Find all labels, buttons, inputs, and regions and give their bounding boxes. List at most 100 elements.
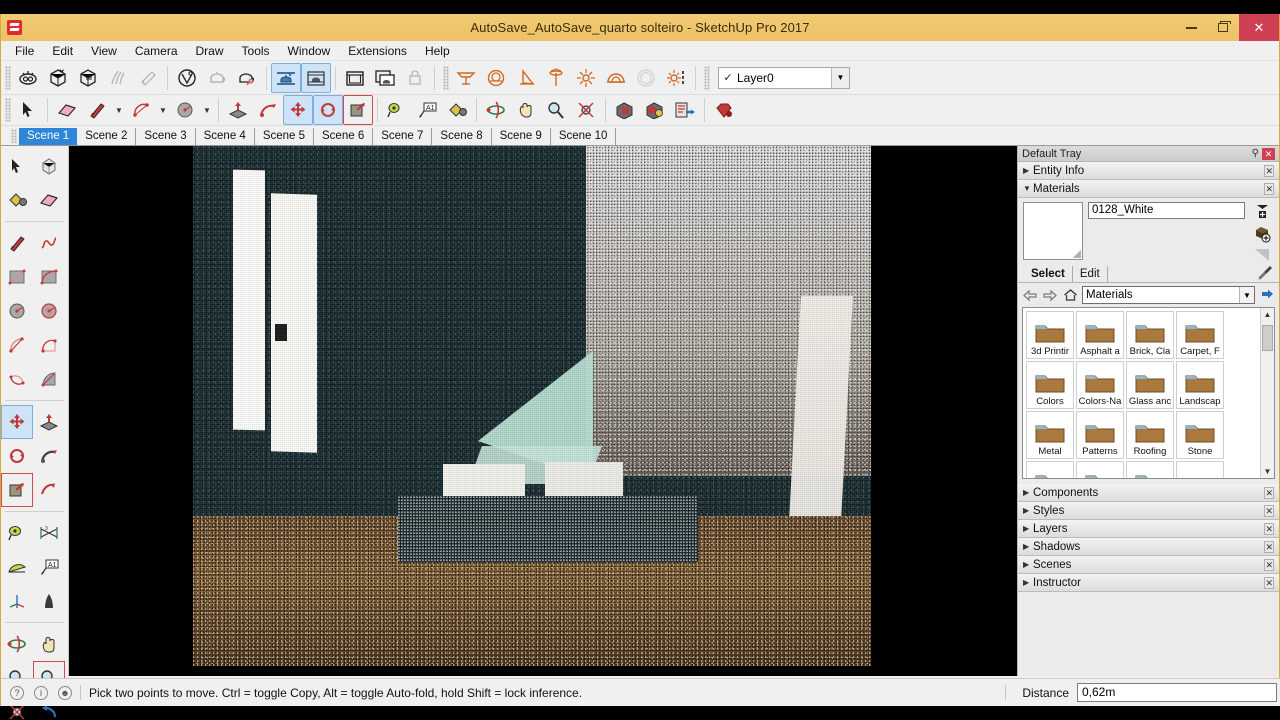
pan-tool-icon[interactable]: [33, 627, 65, 661]
display-secondary-selection-icon[interactable]: [1254, 203, 1271, 220]
line-tool-icon[interactable]: [1, 226, 33, 260]
select-tool-button[interactable]: [13, 95, 43, 125]
vray-sphere-light-button[interactable]: [481, 63, 511, 93]
scene-tab-9[interactable]: Scene 9: [491, 128, 551, 145]
axes-tool-icon[interactable]: [1, 584, 33, 618]
vray-viewport-render-button[interactable]: [172, 63, 202, 93]
menu-tools[interactable]: Tools: [233, 41, 279, 61]
arrow-right-icon[interactable]: [1042, 287, 1058, 303]
arc-tool-icon[interactable]: [1, 328, 33, 362]
scene-tab-3[interactable]: Scene 3: [136, 128, 196, 145]
menu-camera[interactable]: Camera: [126, 41, 187, 61]
folder-carpet[interactable]: Carpet, F: [1176, 311, 1224, 359]
tray-section-layers[interactable]: ▶ Layers ✕: [1018, 520, 1279, 538]
vray-lock-camera-button[interactable]: [400, 63, 430, 93]
circle-tool-dropdown[interactable]: ▼: [200, 95, 214, 125]
materials-close-button[interactable]: ✕: [1264, 182, 1274, 195]
tray-close-button[interactable]: ✕: [1262, 147, 1275, 160]
instructor-close-button[interactable]: ✕: [1264, 576, 1274, 589]
resize-handle-icon[interactable]: [1253, 247, 1271, 263]
account-icon[interactable]: ☻: [58, 685, 72, 700]
folder-colors-named[interactable]: Colors-Nа: [1076, 361, 1124, 409]
vray-batch-render-button[interactable]: [340, 63, 370, 93]
material-library-dropdown[interactable]: Materials ▼: [1082, 286, 1255, 304]
scene-tabs-grip[interactable]: [11, 129, 17, 143]
scene-tab-7[interactable]: Scene 7: [373, 128, 433, 145]
vray-render-cloud-button[interactable]: [133, 63, 163, 93]
info-icon[interactable]: i: [34, 685, 48, 700]
chevron-up-icon[interactable]: ▲: [1264, 308, 1272, 321]
vray-teapot-preview-button[interactable]: [202, 63, 232, 93]
tray-section-instructor[interactable]: ▶ Instructor ✕: [1018, 574, 1279, 592]
eyedropper-icon[interactable]: [1257, 265, 1273, 281]
vray-render-region-button[interactable]: [73, 63, 103, 93]
toolbar-grip[interactable]: [443, 65, 449, 90]
vray-omni-light-button[interactable]: [571, 63, 601, 93]
minimize-button[interactable]: [1175, 14, 1207, 41]
material-grid-scrollbar[interactable]: ▲ ▼: [1260, 308, 1274, 478]
toolbar-grip[interactable]: [5, 98, 11, 122]
vray-render-interactive-button[interactable]: [103, 63, 133, 93]
vray-mesh-light-button[interactable]: [631, 63, 661, 93]
text-tool-button[interactable]: A1: [412, 95, 442, 125]
eraser-tool-icon[interactable]: [33, 183, 65, 217]
help-icon[interactable]: ?: [10, 685, 24, 700]
text-tool-icon[interactable]: A1: [33, 550, 65, 584]
layers-close-button[interactable]: ✕: [1264, 522, 1274, 535]
model-viewport[interactable]: Endpoint in Component: [69, 146, 1017, 676]
followme-tool-icon[interactable]: [33, 439, 65, 473]
pan-tool-button[interactable]: [511, 95, 541, 125]
rotated-rectangle-tool-icon[interactable]: [33, 260, 65, 294]
arc-tool-button[interactable]: [126, 95, 156, 125]
folder-synthetic[interactable]: Synthetic: [1026, 461, 1074, 478]
toolbar-grip[interactable]: [704, 65, 710, 90]
tray-section-shadows[interactable]: ▶ Shadows ✕: [1018, 538, 1279, 556]
tape-measure-tool-icon[interactable]: [1, 516, 33, 550]
folder-glass[interactable]: Glass anс: [1126, 361, 1174, 409]
move-tool-icon[interactable]: [1, 405, 33, 439]
chevron-down-icon[interactable]: ▼: [1239, 287, 1254, 303]
scrollbar-thumb[interactable]: [1262, 325, 1273, 351]
chevron-down-icon[interactable]: ▼: [831, 67, 849, 88]
line-tool-button[interactable]: [82, 95, 112, 125]
protractor-tool-icon[interactable]: [1, 550, 33, 584]
menu-window[interactable]: Window: [279, 41, 340, 61]
toolbar-grip[interactable]: [5, 65, 11, 90]
arrow-left-icon[interactable]: [1022, 287, 1038, 303]
eraser-tool-button[interactable]: [52, 95, 82, 125]
zoom-tool-button[interactable]: [541, 95, 571, 125]
scene-tab-1[interactable]: Scene 1: [19, 128, 78, 145]
paint-bucket-tool-button[interactable]: [442, 95, 472, 125]
folder-brick[interactable]: Brick, Cla: [1126, 311, 1174, 359]
menu-extensions[interactable]: Extensions: [339, 41, 416, 61]
rotate-tool-icon[interactable]: [1, 439, 33, 473]
tray-section-entity-info[interactable]: ▶ Entity Info ✕: [1018, 162, 1279, 180]
share-model-button[interactable]: [640, 95, 670, 125]
orbit-tool-button[interactable]: [481, 95, 511, 125]
vray-material-preview-button[interactable]: [301, 62, 331, 93]
material-name-input[interactable]: 0128_White: [1088, 202, 1245, 219]
scale-tool-button[interactable]: [343, 95, 373, 125]
circle-tool-icon[interactable]: [1, 294, 33, 328]
shadows-close-button[interactable]: ✕: [1264, 540, 1274, 553]
scale-tool-icon[interactable]: [1, 473, 33, 507]
tray-section-materials[interactable]: ▼ Materials ✕: [1018, 180, 1279, 198]
vray-rectangle-light-button[interactable]: [451, 63, 481, 93]
vray-spot-light-button[interactable]: [511, 63, 541, 93]
home-icon[interactable]: [1062, 287, 1078, 303]
tab-edit[interactable]: Edit: [1073, 266, 1108, 282]
tape-measure-tool-button[interactable]: [382, 95, 412, 125]
folder-stone[interactable]: Stone: [1176, 411, 1224, 459]
pin-icon[interactable]: ⚲: [1252, 148, 1259, 159]
scene-tab-5[interactable]: Scene 5: [254, 128, 315, 145]
close-button[interactable]: ✕: [1239, 14, 1279, 41]
three-point-arc-icon[interactable]: [1, 362, 33, 396]
tray-section-styles[interactable]: ▶ Styles ✕: [1018, 502, 1279, 520]
ruby-console-button[interactable]: [709, 95, 739, 125]
tray-section-components[interactable]: ▶ Components ✕: [1018, 484, 1279, 502]
scene-tab-6[interactable]: Scene 6: [314, 128, 374, 145]
scene-tab-2[interactable]: Scene 2: [77, 128, 137, 145]
pushpull-tool-icon[interactable]: [33, 405, 65, 439]
zoom-extents-tool-button[interactable]: [571, 95, 601, 125]
paint-bucket-tool-icon[interactable]: [1, 183, 33, 217]
